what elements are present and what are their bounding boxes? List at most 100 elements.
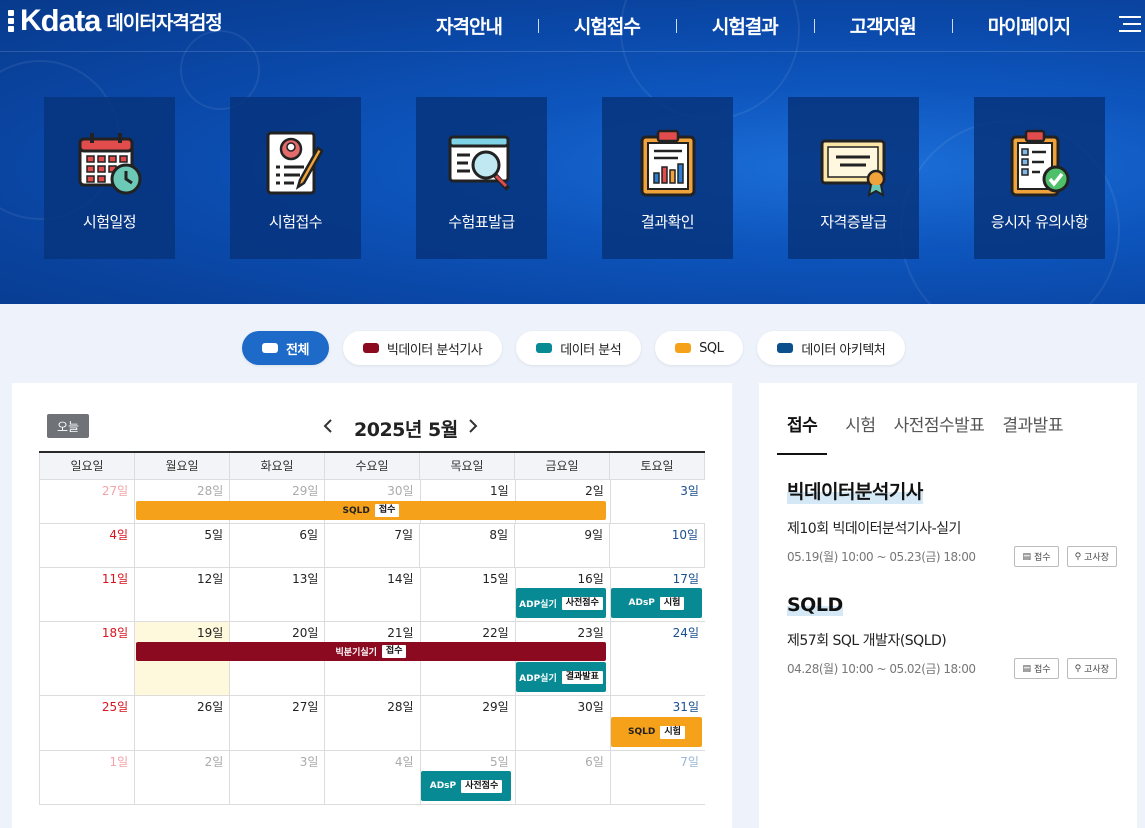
calendar-day[interactable]: 5일	[134, 524, 229, 567]
calendar-day[interactable]: 4일	[324, 751, 419, 804]
registration-button[interactable]: ▤ 접수	[1014, 546, 1059, 567]
quick-link-exam-application[interactable]: 시험접수	[230, 97, 361, 259]
application-form-icon	[266, 131, 324, 195]
document-icon: ▤	[1022, 551, 1031, 562]
hamburger-menu-icon[interactable]	[1119, 16, 1141, 32]
today-button[interactable]: 오늘	[47, 414, 89, 438]
calendar-week: 25일 26일 27일 28일 29일 30일 31일 SQLD 시험	[39, 696, 705, 751]
calendar-day[interactable]: 3일	[229, 751, 324, 804]
calendar-day[interactable]: 12일	[134, 568, 229, 621]
calendar-day[interactable]: 7일	[324, 524, 419, 567]
calendar-week: 1일 2일 3일 4일 5일 6일 7일 ADsP 사전점수	[39, 751, 705, 805]
weekday-wed: 수요일	[324, 453, 419, 479]
filter-sql[interactable]: SQL	[655, 331, 744, 365]
quick-link-result-check[interactable]: 결과확인	[602, 97, 733, 259]
quick-link-label: 시험일정	[82, 213, 137, 231]
quick-link-applicant-notice[interactable]: 응시자 유의사항	[974, 97, 1105, 259]
tab-result-announcement[interactable]: 결과발표	[1002, 411, 1063, 455]
day-number: 8일	[489, 528, 508, 542]
calendar-day[interactable]: 30일	[514, 696, 610, 750]
day-number: 22일	[482, 626, 509, 640]
day-number: 2일	[585, 484, 604, 498]
calendar-day[interactable]: 27일	[229, 696, 324, 750]
day-number: 21일	[387, 626, 414, 640]
day-number: 20일	[292, 626, 319, 640]
nav-my-page[interactable]: 마이페이지	[951, 12, 1071, 39]
filter-color-swatch	[262, 343, 278, 353]
tab-exam[interactable]: 시험	[845, 411, 876, 455]
event-tag: 접수	[381, 645, 407, 658]
calendar-day[interactable]: 29일	[419, 696, 515, 750]
registration-button[interactable]: ▤ 접수	[1014, 658, 1059, 679]
event-name: ADsP	[628, 598, 655, 608]
search-document-icon	[448, 135, 510, 191]
calendar-grid: 일요일 월요일 화요일 수요일 목요일 금요일 토요일 27일 28일 29일 …	[39, 451, 705, 805]
filter-label: 데이터 아키텍처	[801, 342, 886, 358]
event-tag: 결과발표	[561, 670, 603, 684]
quick-link-exam-schedule[interactable]: 시험일정	[44, 97, 175, 259]
exam-site-button[interactable]: ⚲ 고사장	[1066, 658, 1117, 679]
calendar-day[interactable]: 25일	[39, 696, 134, 750]
filter-bigdata-analyst[interactable]: 빅데이터 분석기사	[342, 331, 503, 365]
calendar-day[interactable]: 27일	[39, 480, 134, 523]
event-tag: 접수	[374, 504, 400, 517]
quick-link-certificate-issue[interactable]: 자격증발급	[788, 97, 919, 259]
calendar-day[interactable]: 7일	[609, 751, 705, 804]
event-adsp-pre-score[interactable]: ADsP 사전점수	[421, 771, 511, 801]
day-number: 14일	[387, 572, 414, 586]
quick-link-admission-ticket[interactable]: 수험표발급	[416, 97, 547, 259]
calendar-day[interactable]: 2일	[134, 751, 229, 804]
calendar-day[interactable]: 3일	[609, 480, 705, 523]
exam-site-button[interactable]: ⚲ 고사장	[1066, 546, 1117, 567]
calendar-day[interactable]: 28일	[324, 696, 419, 750]
calendar-day[interactable]: 26일	[134, 696, 229, 750]
calendar-day[interactable]: 6일	[514, 751, 610, 804]
certificate-icon	[820, 139, 885, 197]
tab-pre-score-announcement[interactable]: 사전점수발표	[894, 411, 985, 455]
calendar-day[interactable]: 11일	[39, 568, 134, 621]
calendar-day[interactable]: 1일	[39, 751, 134, 804]
filter-data-architecture[interactable]: 데이터 아키텍처	[757, 331, 906, 365]
day-number: 29일	[292, 484, 319, 498]
site-logo[interactable]: K data 데이터자격검정	[8, 3, 223, 38]
calendar-day[interactable]: 24일	[609, 622, 705, 695]
calendar-day[interactable]: 6일	[229, 524, 324, 567]
day-number: 6일	[299, 528, 318, 542]
event-sqld-exam[interactable]: SQLD 시험	[611, 717, 702, 747]
calendar-day[interactable]: 13일	[229, 568, 324, 621]
nav-exam-results[interactable]: 시험결과	[675, 12, 814, 39]
day-number: 16일	[577, 572, 604, 586]
filter-all[interactable]: 전체	[242, 331, 329, 365]
filter-color-swatch	[777, 343, 794, 353]
calendar-day[interactable]: 14일	[324, 568, 419, 621]
logo-k-letter: K	[20, 4, 42, 37]
nav-qualification-info[interactable]: 자격안내	[400, 12, 538, 39]
calendar-day[interactable]: 9일	[514, 524, 609, 567]
category-filter-bar: 전체 빅데이터 분석기사 데이터 분석 SQL 데이터 아키텍처	[242, 331, 906, 365]
event-sqld-registration[interactable]: SQLD 접수	[136, 501, 606, 520]
event-bigdata-practical-registration[interactable]: 빅분기실기 접수	[136, 642, 606, 661]
calendar-day[interactable]: 4일	[39, 524, 134, 567]
quick-link-label: 결과확인	[640, 213, 695, 231]
event-adsp-exam[interactable]: ADsP 시험	[611, 588, 702, 618]
calendar-day[interactable]: 8일	[419, 524, 514, 567]
tab-registration[interactable]: 접수	[777, 411, 828, 455]
day-number: 4일	[394, 755, 414, 769]
quick-link-label: 시험접수	[268, 213, 323, 231]
next-month-icon[interactable]	[468, 419, 478, 433]
filter-data-analysis[interactable]: 데이터 분석	[516, 331, 642, 365]
nav-customer-support[interactable]: 고객지원	[813, 12, 952, 39]
exam-name[interactable]: 제10회 빅데이터분석기사-실기	[787, 518, 1117, 538]
calendar-day[interactable]: 10일	[609, 524, 705, 567]
event-adp-practical-pre-score[interactable]: ADP실기 사전점수	[516, 588, 606, 618]
exam-item: 빅데이터분석기사 제10회 빅데이터분석기사-실기 05.19(월) 10:00…	[787, 477, 1117, 567]
calendar-day[interactable]: 15일	[419, 568, 515, 621]
nav-exam-application[interactable]: 시험접수	[537, 12, 676, 39]
day-number: 29일	[482, 700, 509, 714]
event-adp-practical-result[interactable]: ADP실기 결과발표	[516, 662, 606, 692]
exam-name[interactable]: 제57회 SQL 개발자(SQLD)	[787, 630, 1117, 650]
prev-month-icon[interactable]	[323, 419, 333, 433]
calendar-day[interactable]: 18일	[39, 622, 134, 695]
filter-color-swatch	[536, 343, 553, 353]
document-icon: ▤	[1022, 663, 1031, 674]
